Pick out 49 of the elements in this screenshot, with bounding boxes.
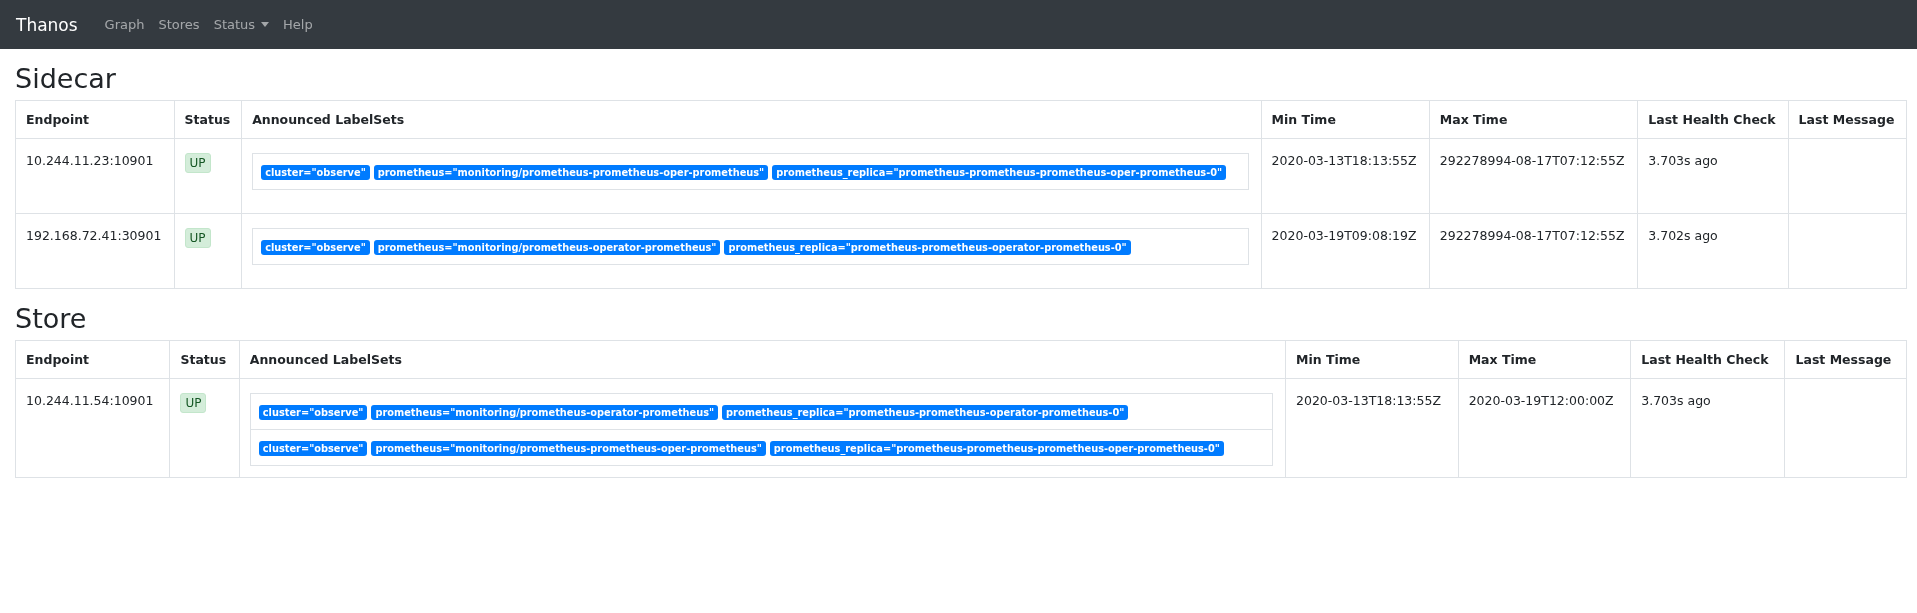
column-header: Min Time: [1296, 352, 1361, 367]
label-badge: prometheus_replica="prometheus-prometheus-prometheus-oper-prometheus-0": [772, 165, 1227, 180]
status-badge: UP: [180, 393, 207, 413]
column-header: Endpoint: [26, 112, 90, 127]
label-badge: prometheus_replica="prometheus-prometheus-prometheus-oper-prometheus-0": [769, 441, 1224, 456]
column-header: Max Time: [1439, 112, 1508, 127]
column-header: Last Message: [1798, 112, 1895, 127]
brand-link[interactable]: Thanos: [16, 14, 78, 35]
status-badge: UP: [184, 228, 211, 248]
table-cell: 2020-03-19T09:08:19Z: [1271, 228, 1417, 243]
table-cell: 292278994-08-17T07:12:55Z: [1439, 228, 1625, 243]
column-header: Announced LabelSets: [249, 352, 402, 367]
caret-icon: [261, 22, 270, 27]
column-header: Min Time: [1271, 112, 1336, 127]
column-header: Max Time: [1468, 352, 1537, 367]
column-header: Last Message: [1795, 352, 1892, 367]
status-badge: UP: [184, 153, 211, 173]
nav-link[interactable]: Graph: [97, 17, 152, 32]
column-header: Last Health Check: [1648, 112, 1776, 127]
label-badge: cluster="observe": [258, 441, 368, 456]
label-badge: prometheus="monitoring/prometheus-prometheus-oper-prometheus": [373, 165, 769, 180]
section-heading: Store: [15, 303, 88, 334]
column-header: Status: [184, 112, 231, 127]
table-cell: 2020-03-19T12:00:00Z: [1468, 393, 1614, 408]
table-cell: 3.703s ago: [1641, 393, 1711, 408]
column-header: Endpoint: [26, 352, 90, 367]
table-cell: 10.244.11.23:10901: [26, 153, 154, 168]
table-cell: 3.702s ago: [1648, 228, 1718, 243]
nav-link[interactable]: Stores: [151, 17, 207, 32]
column-header: Last Health Check: [1641, 352, 1769, 367]
label-badge: cluster="observe": [258, 405, 368, 420]
nav-dropdown[interactable]: Status: [206, 17, 277, 32]
table-cell: 3.703s ago: [1648, 153, 1718, 168]
label-badge: cluster="observe": [261, 165, 370, 180]
column-header: Status: [180, 352, 227, 367]
table-cell: 10.244.11.54:10901: [26, 393, 154, 408]
label-badge: prometheus="monitoring/prometheus-prometheus-oper-prometheus": [371, 441, 766, 456]
label-badge: cluster="observe": [261, 240, 370, 255]
label-badge: prometheus_replica="prometheus-prometheus-operator-prometheus-0": [722, 405, 1129, 420]
label-badge: prometheus="monitoring/prometheus-operator-prometheus": [373, 240, 721, 255]
nav-link[interactable]: Help: [276, 17, 320, 32]
table-cell: 292278994-08-17T07:12:55Z: [1439, 153, 1625, 168]
table-cell: 192.168.72.41:30901: [26, 228, 162, 243]
column-header: Announced LabelSets: [252, 112, 405, 127]
table-cell: 2020-03-13T18:13:55Z: [1296, 393, 1441, 408]
table-cell: 2020-03-13T18:13:55Z: [1271, 153, 1417, 168]
label-badge: prometheus_replica="prometheus-prometheus-operator-prometheus-0": [724, 240, 1131, 255]
label-badge: prometheus="monitoring/prometheus-operator-prometheus": [371, 405, 719, 420]
section-heading: Sidecar: [15, 63, 117, 94]
